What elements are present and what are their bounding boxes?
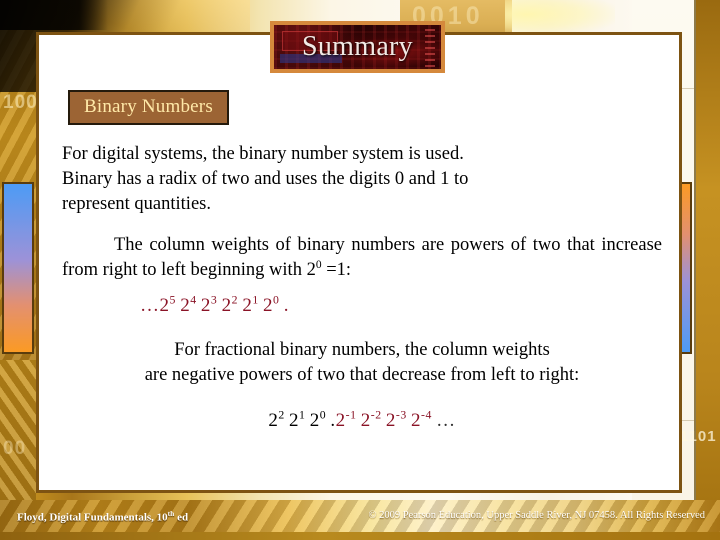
- paragraph-3-line-2: are negative powers of two that decrease…: [144, 365, 580, 386]
- power-term: 2-4: [411, 408, 432, 431]
- power-exponent: 0: [273, 293, 280, 307]
- background-left-column-lower: [0, 360, 36, 510]
- power-base: 2: [411, 409, 422, 431]
- footer-attribution-tail: ed: [174, 511, 189, 524]
- background-binary-digits-left-lower: 00: [3, 438, 27, 459]
- power-term: 20: [309, 408, 327, 431]
- power-base: 2: [242, 294, 253, 316]
- power-exponent: -1: [345, 408, 357, 422]
- power-base: 2: [268, 409, 279, 431]
- power-term: 2-2: [360, 408, 382, 431]
- power-term: 20: [263, 293, 280, 316]
- power-exponent: 4: [190, 293, 197, 307]
- footer-attribution: Floyd, Digital Fundamentals, 10th ed: [17, 509, 188, 524]
- power-base: 2: [221, 294, 232, 316]
- footer-bar: Floyd, Digital Fundamentals, 10th ed © 2…: [0, 500, 720, 540]
- title-banner: Summary: [270, 21, 445, 73]
- powers-period: .: [283, 294, 289, 316]
- power-term: 21: [242, 293, 259, 316]
- power-exponent: 1: [299, 408, 306, 422]
- powers-sequence-line: …25 24 23 22 21 20 .: [62, 293, 662, 318]
- subtitle-badge: Binary Numbers: [68, 90, 229, 125]
- power-base: 2: [289, 409, 300, 431]
- power-exponent: -4: [421, 408, 432, 422]
- body-content: For digital systems, the binary number s…: [62, 142, 662, 435]
- power-term: 23: [200, 293, 218, 316]
- page-title: Summary: [302, 31, 413, 62]
- background-right-edge: [694, 0, 720, 540]
- power-exponent: 2: [231, 293, 238, 307]
- paragraph-1-line-1: For digital systems, the binary number s…: [62, 144, 464, 164]
- power-term: 22: [221, 293, 238, 316]
- footer-bottom-rule: [0, 532, 720, 540]
- power-base: 2: [159, 294, 170, 316]
- paragraph-1-line-3: represent quantities.: [62, 193, 211, 214]
- power-base: 2: [360, 409, 371, 431]
- power-exponent: 2: [278, 408, 285, 422]
- paragraph-2: The column weights of binary numbers are…: [62, 233, 662, 283]
- power-term: 24: [180, 293, 197, 316]
- power-exponent: -2: [370, 408, 382, 422]
- power-base: 2: [385, 409, 396, 431]
- paragraph-3: For fractional binary numbers, the colum…: [62, 338, 662, 388]
- paragraph-2-text-b: =1:: [321, 260, 352, 281]
- power-term: 2-1: [335, 408, 357, 431]
- power-exponent: 0: [319, 408, 327, 422]
- paragraph-1-line-2: Binary has a radix of two and uses the d…: [62, 168, 469, 189]
- fraction-integer-powers: 22 21 20: [268, 408, 330, 431]
- power-base: 2: [200, 294, 211, 316]
- power-base: 2: [180, 294, 191, 316]
- footer-attribution-main: Floyd, Digital Fundamentals, 10: [17, 511, 168, 524]
- power-exponent: 5: [169, 293, 176, 307]
- power-term: 2-3: [385, 408, 407, 431]
- power-base: 2: [309, 409, 320, 431]
- power-base: 2: [263, 294, 274, 316]
- powers-ellipsis-prefix: …: [140, 294, 160, 316]
- power-exponent: 3: [210, 293, 218, 307]
- fraction-negative-powers: 2-1 2-2 2-3 2-4: [335, 408, 437, 431]
- power-exponent: 1: [252, 293, 259, 307]
- footer-copyright: © 2009 Pearson Education, Upper Saddle R…: [368, 510, 705, 521]
- power-term: 21: [289, 408, 306, 431]
- background-top-glow: [505, 0, 615, 36]
- paragraph-1: For digital systems, the binary number s…: [62, 142, 662, 216]
- power-exponent: -3: [395, 408, 407, 422]
- paragraph-3-line-1: For fractional binary numbers, the colum…: [174, 340, 550, 361]
- fractional-powers-line: 22 21 20 .2-1 2-2 2-3 2-4 …: [62, 408, 662, 433]
- power-term: 22: [268, 408, 285, 431]
- slide-canvas: 0010 100 00 1101 Summary Binary Numbers …: [0, 0, 720, 540]
- power-base: 2: [335, 409, 346, 431]
- powers-positive-list: 25 24 23 22 21 20: [159, 293, 284, 316]
- paragraph-2-text-a: The column weights of binary numbers are…: [62, 235, 662, 281]
- left-gradient-strip: [2, 182, 34, 354]
- background-binary-digits-left-upper: 100: [3, 92, 38, 113]
- background-binary-digits-right-lower: 1101: [680, 428, 717, 445]
- power-term: 25: [159, 293, 176, 316]
- fraction-trailing-ellipsis: …: [436, 409, 456, 431]
